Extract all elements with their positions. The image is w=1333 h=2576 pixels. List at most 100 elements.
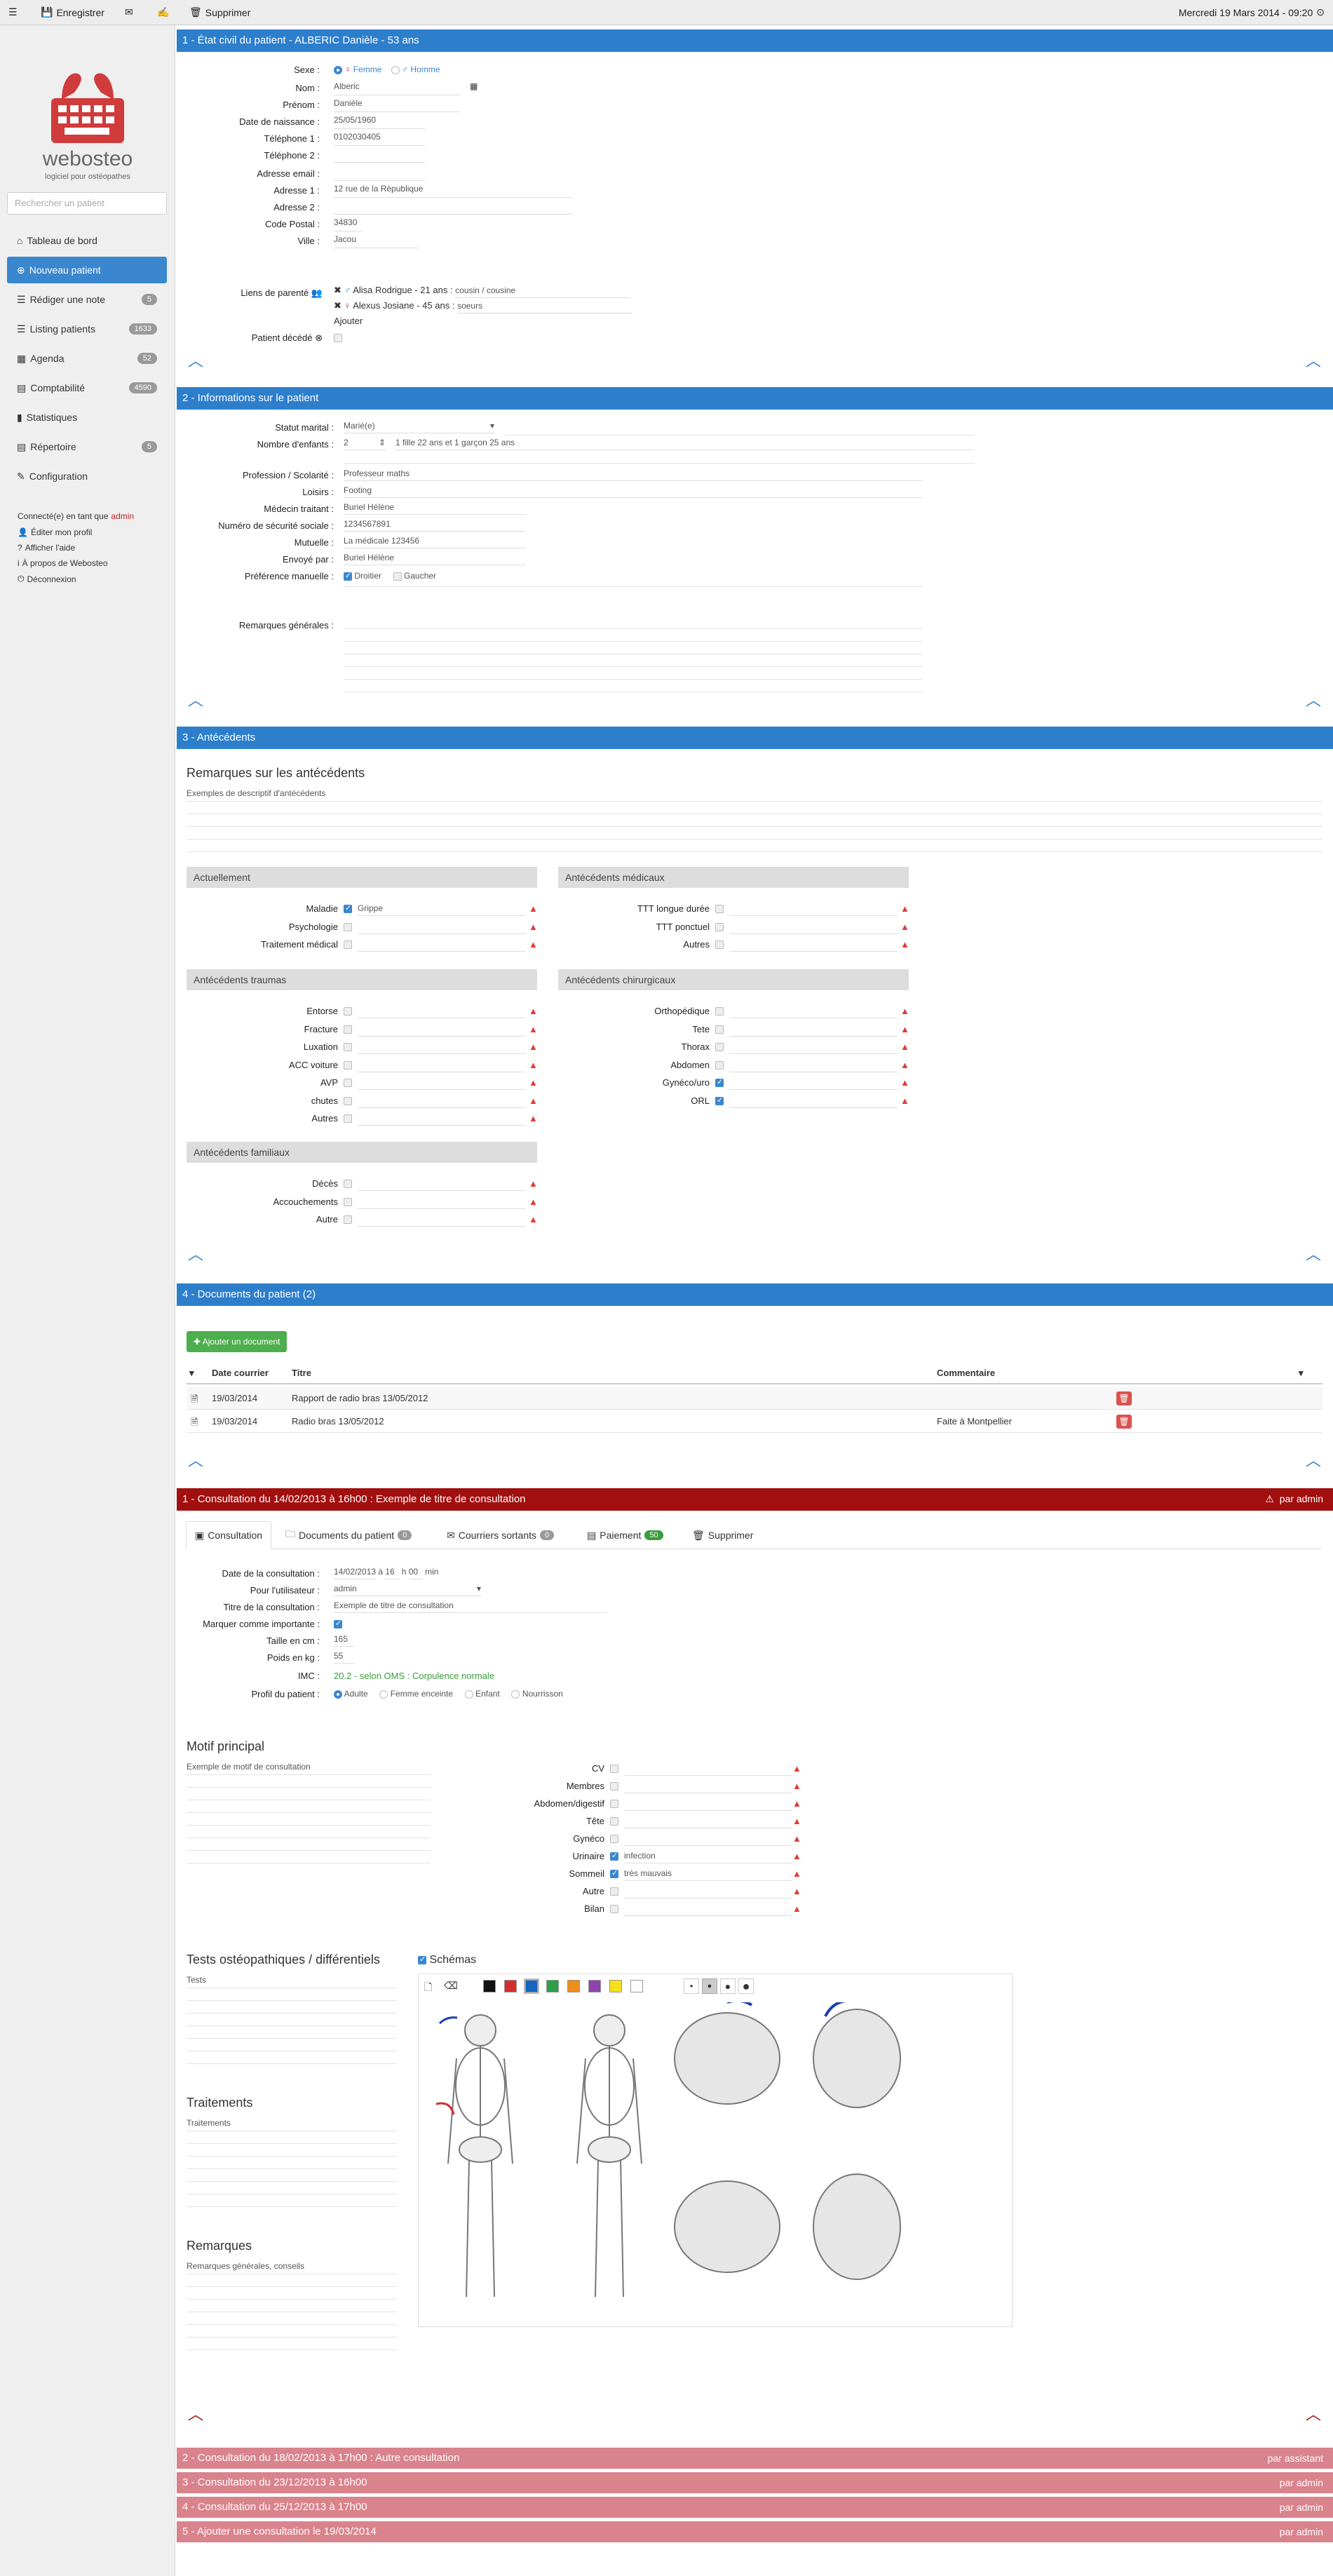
table-row[interactable]: 🗎 19/03/2014 Rapport de radio bras 13/05/2…: [187, 1387, 1322, 1410]
history-item-checkbox[interactable]: [715, 1043, 724, 1051]
drawing-canvas[interactable]: 🗋 ⌫ ● ● ● ●: [418, 1974, 1013, 2327]
menu-icon[interactable]: ☰: [8, 6, 18, 18]
new-page-icon[interactable]: 🗋: [424, 1980, 432, 1997]
sort-icon[interactable]: ▾: [1299, 1368, 1304, 1379]
nav-accounting[interactable]: ▤ Comptabilité 4590: [7, 375, 167, 401]
edit-profile-link[interactable]: 👤 Éditer mon profil: [18, 527, 92, 537]
nav-patient-list[interactable]: ☰ Listing patients 1633: [7, 316, 167, 342]
civil-field[interactable]: 34830: [334, 217, 362, 231]
brush-small-icon[interactable]: ●: [684, 1978, 699, 1994]
history-item-checkbox[interactable]: [715, 922, 724, 931]
consult-hour-field[interactable]: 16: [385, 1567, 400, 1579]
add-relation-link[interactable]: Ajouter: [334, 316, 363, 326]
history-item-field[interactable]: [358, 1024, 526, 1037]
warning-icon[interactable]: ▲: [792, 1816, 801, 1826]
logout-link[interactable]: ⏻ Déconnexion: [18, 574, 76, 584]
history-item-field[interactable]: [358, 939, 526, 952]
collapse-chevron-icon[interactable]: ︿: [1306, 1247, 1321, 1262]
table-row[interactable]: 🗎 19/03/2014 Radio bras 13/05/2012 Faite à …: [187, 1410, 1322, 1433]
history-item-field[interactable]: [729, 1095, 898, 1108]
profile-infant-radio[interactable]: [511, 1690, 520, 1699]
nav-new-patient[interactable]: ⊕ Nouveau patient: [7, 257, 167, 283]
warning-icon[interactable]: ▲: [900, 1060, 909, 1070]
warning-icon[interactable]: ▲: [900, 939, 909, 950]
history-item-field[interactable]: [358, 1095, 526, 1108]
deceased-checkbox[interactable]: [334, 334, 342, 342]
mail-icon[interactable]: ✉: [125, 6, 133, 18]
history-item-checkbox[interactable]: [344, 1007, 352, 1016]
col-title[interactable]: Titre: [292, 1368, 311, 1378]
section-history[interactable]: 3 - Antécédents: [177, 727, 1333, 749]
warning-icon[interactable]: ▲: [792, 1781, 801, 1791]
warning-icon[interactable]: ▲: [529, 1077, 538, 1088]
profession-field[interactable]: Professeur maths: [344, 468, 923, 481]
system-checkbox[interactable]: [610, 1765, 618, 1773]
history-item-field[interactable]: [729, 1006, 898, 1018]
color-swatch[interactable]: [546, 1980, 559, 1992]
doc-title[interactable]: Rapport de radio bras 13/05/2012: [292, 1393, 428, 1403]
system-field[interactable]: [624, 1816, 792, 1828]
warning-icon[interactable]: ▲: [529, 1041, 538, 1052]
brush-medium-icon[interactable]: ●: [702, 1978, 717, 1994]
system-field[interactable]: [624, 1763, 792, 1776]
color-swatch[interactable]: [483, 1980, 496, 1992]
history-item-field[interactable]: [358, 1041, 526, 1054]
nav-directory[interactable]: ▤ Répertoire 5: [7, 433, 167, 460]
sex-male-radio[interactable]: [391, 65, 400, 74]
consult-date-field[interactable]: 14/02/2013: [334, 1567, 376, 1579]
history-remarks-textarea[interactable]: Exemples de descriptif d'antécédents: [187, 788, 325, 798]
remove-icon[interactable]: ✖: [334, 285, 341, 295]
consultation-header[interactable]: 3 - Consultation du 23/12/2013 à 16h00 pa…: [177, 2472, 1333, 2493]
warning-icon[interactable]: ▲: [792, 1868, 801, 1879]
remove-icon[interactable]: ✖: [334, 300, 341, 311]
ssn-field[interactable]: 1234567891: [344, 519, 526, 532]
section-civil-status[interactable]: 1 - État civil du patient - ALBERIC Dani…: [177, 29, 1333, 52]
warning-icon[interactable]: ▲: [900, 1077, 909, 1088]
document-icon[interactable]: 🗎: [191, 1393, 198, 1408]
warning-icon[interactable]: ▲: [792, 1851, 801, 1861]
delete-button[interactable]: 🗑 Supprimer: [189, 6, 250, 18]
warning-icon[interactable]: ▲: [792, 1798, 801, 1809]
warning-icon[interactable]: ▲: [529, 1214, 538, 1225]
sex-female-radio[interactable]: [334, 65, 342, 74]
insurance-field[interactable]: La médicale 123456: [344, 536, 526, 548]
username[interactable]: admin: [111, 511, 134, 521]
history-item-field[interactable]: [729, 939, 898, 952]
history-item-field[interactable]: [729, 1041, 898, 1054]
nav-agenda[interactable]: ▦ Agenda 52: [7, 345, 167, 372]
brush-xlarge-icon[interactable]: ●: [738, 1978, 754, 1994]
history-item-field[interactable]: [729, 1024, 898, 1037]
collapse-chevron-icon[interactable]: ︿: [188, 1453, 203, 1469]
col-date[interactable]: Date courrier: [212, 1368, 269, 1378]
history-item-field[interactable]: [358, 1006, 526, 1018]
consult-min-field[interactable]: 00: [408, 1567, 423, 1579]
warning-icon[interactable]: ▲: [900, 922, 909, 932]
card-icon[interactable]: ▦: [470, 81, 478, 91]
history-item-checkbox[interactable]: [344, 903, 352, 913]
weight-field[interactable]: 55: [334, 1651, 355, 1664]
history-item-checkbox[interactable]: [344, 940, 352, 949]
warning-icon[interactable]: ▲: [792, 1886, 801, 1896]
history-item-field[interactable]: [729, 903, 898, 916]
right-handed-checkbox[interactable]: [344, 571, 352, 581]
section-patient-info[interactable]: 2 - Informations sur le patient: [177, 387, 1333, 410]
sort-icon[interactable]: ▾: [189, 1368, 194, 1379]
consultation-header[interactable]: 5 - Ajouter une consultation le 19/03/20…: [177, 2521, 1333, 2542]
doctor-field[interactable]: Buriel Hélène: [344, 502, 526, 515]
warning-icon[interactable]: ▲: [900, 903, 909, 914]
collapse-chevron-icon[interactable]: ︿: [188, 353, 203, 369]
referrer-field[interactable]: Buriel Hélène: [344, 553, 526, 565]
warning-icon[interactable]: ▲: [529, 1060, 538, 1070]
warning-icon[interactable]: ▲: [900, 1095, 909, 1106]
color-swatch[interactable]: [524, 1978, 539, 1994]
document-icon[interactable]: 🗎: [191, 1416, 198, 1431]
system-field[interactable]: [624, 1903, 792, 1916]
system-checkbox[interactable]: [610, 1800, 618, 1808]
schemas-toggle[interactable]: Schémas: [418, 1954, 476, 1967]
nav-statistics[interactable]: ▮ Statistiques: [7, 404, 167, 431]
collapse-chevron-icon[interactable]: ︿: [188, 693, 203, 708]
color-swatch[interactable]: [504, 1980, 517, 1992]
color-swatch[interactable]: [630, 1980, 643, 1992]
important-checkbox[interactable]: [334, 1619, 342, 1628]
consultation-header[interactable]: 4 - Consultation du 25/12/2013 à 17h00 pa…: [177, 2497, 1333, 2518]
